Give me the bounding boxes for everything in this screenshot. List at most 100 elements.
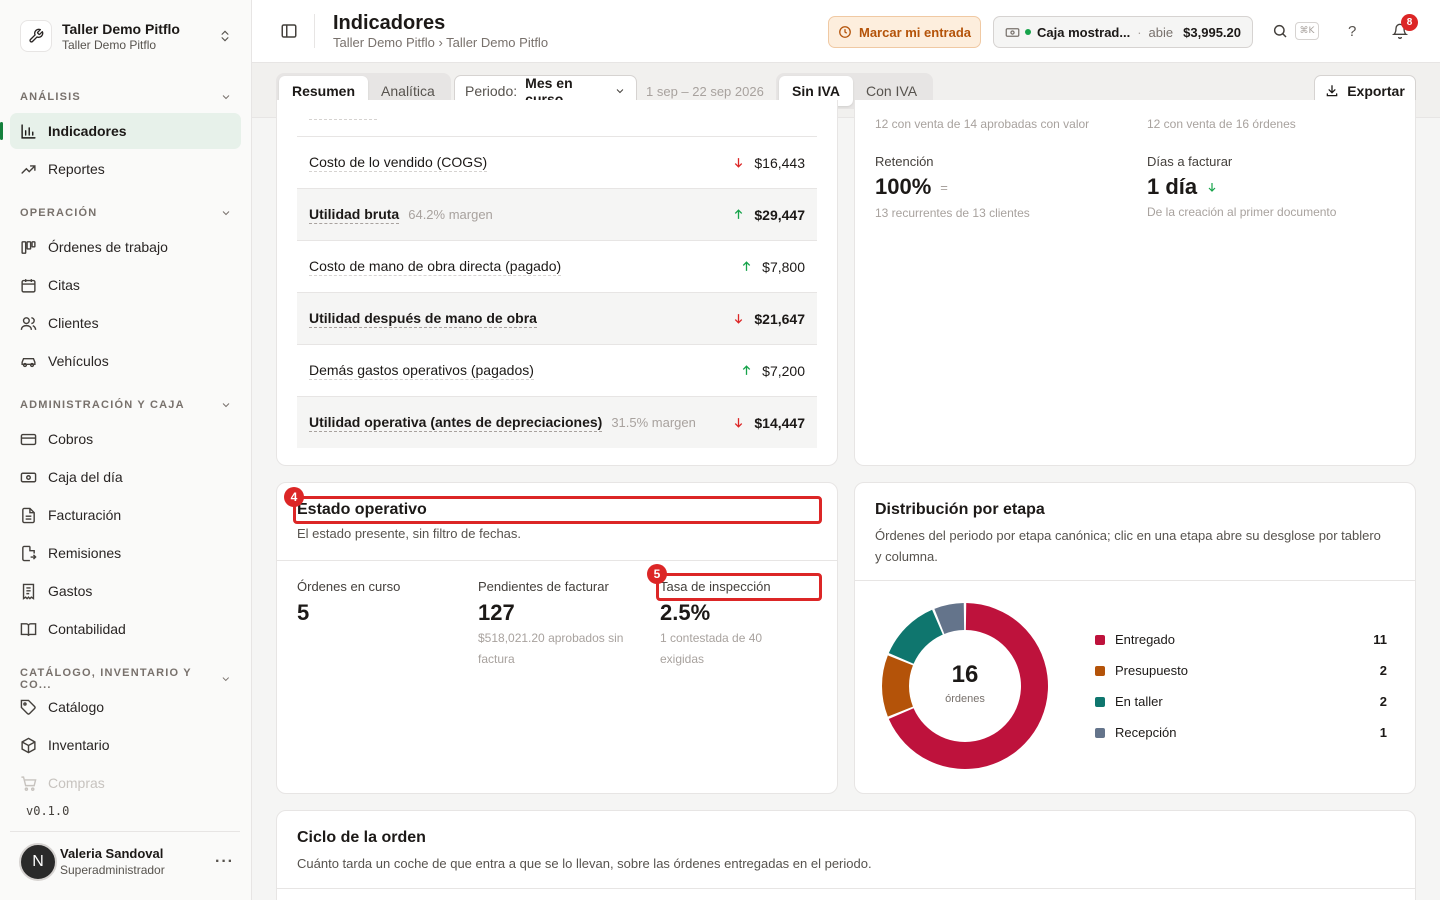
- legend-item-recepcion[interactable]: Recepción 1: [1095, 725, 1387, 740]
- section-operacion[interactable]: OPERACIÓN: [20, 207, 232, 219]
- legend-swatch: [1095, 665, 1105, 676]
- legend-item-presupuesto[interactable]: Presupuesto 2: [1095, 663, 1387, 678]
- bar-chart-icon: [21, 123, 36, 139]
- kpi-value: 5: [297, 600, 310, 625]
- sidebar-item-remisiones[interactable]: Remisiones: [10, 535, 241, 571]
- section-catalogo[interactable]: CATÁLOGO, INVENTARIO Y CO...: [20, 667, 232, 691]
- divider: [855, 580, 1415, 581]
- sidebar-item-indicadores[interactable]: Indicadores: [0, 113, 241, 149]
- sidebar-item-compras[interactable]: Compras: [10, 765, 241, 801]
- kpi-sub: $518,021.20 aprobados sin factura: [478, 631, 624, 666]
- trending-up-icon: [21, 164, 36, 174]
- card-desc: Cuánto tarda un coche de que entra a que…: [297, 856, 872, 871]
- card-desc: Órdenes del periodo por etapa canónica; …: [875, 528, 1381, 564]
- wrench-icon: [20, 20, 52, 52]
- arrow-up-icon: [740, 364, 753, 377]
- sidebar-item-label: Catálogo: [48, 699, 105, 715]
- package-icon: [21, 737, 36, 753]
- section-analisis[interactable]: ANÁLISIS: [20, 91, 232, 103]
- sidebar-item-label: Indicadores: [48, 123, 127, 139]
- kpi-sub: De la creación al primer documento: [1147, 205, 1337, 219]
- table-row: Demás gastos operativos (pagados) $7,200: [297, 344, 817, 396]
- sidebar-item-clientes[interactable]: Clientes: [10, 305, 241, 341]
- kpi-sub: 13 recurrentes de 13 clientes: [875, 206, 1030, 220]
- sidebar-item-facturacion[interactable]: Facturación: [10, 497, 241, 533]
- sidebar-item-ordenes[interactable]: Órdenes de trabajo: [10, 229, 241, 265]
- kpi-value: 2.5%: [660, 600, 711, 625]
- sidebar-item-label: Gastos: [48, 583, 93, 599]
- app-version: v0.1.0: [26, 804, 70, 818]
- donut-slice-presupuesto[interactable]: [882, 655, 913, 717]
- table-row: Costo de lo vendido (COGS) $16,443: [297, 136, 817, 188]
- breadcrumb: Taller Demo Pitflo › Taller Demo Pitflo: [333, 35, 549, 50]
- legend-item-entregado[interactable]: Entregado 11: [1095, 632, 1387, 647]
- card-title: Distribución por etapa: [875, 501, 1045, 518]
- search-shortcut: ⌘K: [1295, 22, 1319, 40]
- chevron-down-icon: [222, 677, 230, 682]
- donut-total: 16: [951, 661, 979, 688]
- status-dot: [1025, 29, 1031, 35]
- sidebar-item-label: Órdenes de trabajo: [48, 239, 168, 255]
- sidebar-item-vehiculos[interactable]: Vehículos: [10, 343, 241, 379]
- sidebar-toggle-icon[interactable]: [280, 22, 298, 40]
- arrow-up-icon: [732, 208, 745, 221]
- kpi-value: 127: [478, 600, 515, 625]
- arrow-down-icon: [732, 312, 745, 325]
- kpi-label: Días a facturar: [1147, 154, 1233, 169]
- clock-in-button[interactable]: Marcar mi entrada: [828, 16, 981, 48]
- page-title: Indicadores: [333, 12, 446, 34]
- book-icon: [20, 622, 37, 636]
- kpi-label: Órdenes en curso: [297, 579, 401, 594]
- user-menu[interactable]: N Valeria Sandoval Superadministrador ··…: [10, 831, 240, 891]
- pnl-card: Costo de lo vendido (COGS) $16,443 Utili…: [276, 100, 838, 466]
- legend-swatch: [1095, 634, 1105, 645]
- sidebar-item-reportes[interactable]: Reportes: [10, 151, 241, 187]
- register-name: Caja mostrad...: [1037, 24, 1131, 40]
- legend-swatch: [1095, 696, 1105, 707]
- workspace-name: Taller Demo Pitflo: [62, 20, 180, 37]
- truncated-label: [309, 119, 377, 120]
- section-administracion[interactable]: ADMINISTRACIÓN Y CAJA: [20, 399, 232, 411]
- workspace-switcher[interactable]: Taller Demo Pitflo Taller Demo Pitflo: [10, 10, 242, 62]
- sidebar-item-label: Cobros: [48, 431, 94, 447]
- search-icon[interactable]: [1272, 23, 1288, 39]
- chevron-down-icon: [222, 403, 230, 408]
- table-row: Utilidad después de mano de obra $21,647: [297, 292, 817, 344]
- cart-icon: [21, 775, 37, 791]
- download-icon: [1326, 85, 1338, 97]
- table-row: Utilidad operativa (antes de depreciacio…: [297, 396, 817, 448]
- user-name: Valeria Sandoval: [60, 846, 164, 861]
- cash-icon: [1005, 27, 1020, 37]
- calendar-icon: [21, 278, 36, 293]
- notification-badge: 8: [1401, 14, 1418, 31]
- cash-register-button[interactable]: Caja mostrad... · abie $3,995.20: [993, 16, 1253, 48]
- donut-slice-en-taller[interactable]: [888, 609, 943, 664]
- sidebar-item-contabilidad[interactable]: Contabilidad: [10, 611, 241, 647]
- arrow-down-icon: [1206, 181, 1218, 193]
- sidebar-item-label: Reportes: [48, 161, 105, 177]
- sidebar-item-caja[interactable]: Caja del día: [10, 459, 241, 495]
- kpi-sub: 12 con venta de 16 órdenes: [1147, 117, 1296, 131]
- chevron-down-icon: [222, 95, 230, 100]
- sidebar-item-catalogo[interactable]: Catálogo: [10, 689, 241, 725]
- card-desc: El estado presente, sin filtro de fechas…: [297, 526, 522, 541]
- file-text-icon: [22, 507, 35, 523]
- more-icon[interactable]: ···: [215, 853, 234, 871]
- divider: [277, 560, 837, 561]
- clock-icon: [839, 26, 851, 38]
- marker-badge: 5: [647, 564, 667, 584]
- help-icon[interactable]: ?: [1348, 23, 1356, 40]
- kanban-icon: [21, 240, 36, 254]
- receipt-icon: [22, 583, 35, 600]
- arrow-down-icon: [732, 156, 745, 169]
- sidebar-item-label: Contabilidad: [48, 621, 126, 637]
- donut-total-label: órdenes: [945, 693, 985, 705]
- kpi-value: 1 día: [1147, 174, 1218, 200]
- sidebar-item-citas[interactable]: Citas: [10, 267, 241, 303]
- sidebar-item-inventario[interactable]: Inventario: [10, 727, 241, 763]
- sidebar-item-cobros[interactable]: Cobros: [10, 421, 241, 457]
- kpi-card: 12 con venta de 14 aprobadas con valor 1…: [854, 100, 1416, 466]
- sidebar-item-gastos[interactable]: Gastos: [10, 573, 241, 609]
- legend-item-en-taller[interactable]: En taller 2: [1095, 694, 1387, 709]
- highlight-box: [293, 496, 822, 524]
